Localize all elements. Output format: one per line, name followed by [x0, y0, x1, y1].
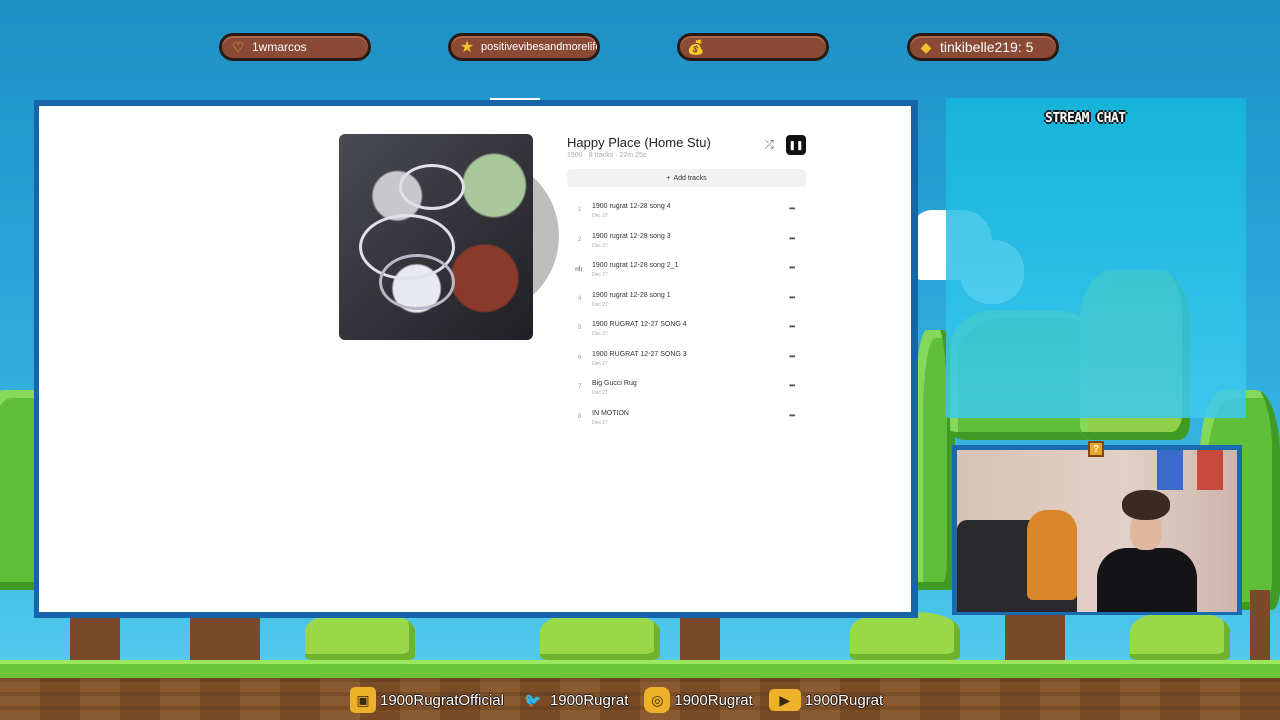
more-options-icon[interactable]: ••• — [789, 263, 795, 272]
track-number: 5 — [578, 325, 582, 331]
add-tracks-button[interactable]: + Add tracks — [567, 169, 806, 187]
track-title: 1900 rugrat 12-28 song 4 — [592, 203, 671, 210]
track-number: 4 — [578, 295, 582, 302]
background-person — [1027, 510, 1077, 600]
track-number: 6 — [578, 354, 582, 361]
tree-trunk — [680, 612, 720, 660]
track-title: 1900 RUGRAT 12-27 SONG 3 — [592, 350, 687, 358]
stream-chat-title: STREAM CHAT — [1045, 111, 1126, 126]
alert-text: 1wmarcos — [252, 40, 307, 54]
track-number: 8 — [578, 413, 582, 420]
playlist-title: Happy Place (Home Stu) — [567, 135, 711, 150]
alert-latest-follower: ♡ 1wmarcos — [219, 33, 371, 61]
plus-icon: + — [666, 174, 671, 182]
track-date: Dec 27 — [592, 331, 608, 337]
social-youtube: ▶ 1900Rugrat — [768, 689, 884, 711]
bush — [1130, 612, 1230, 660]
track-date: Dec 27 — [592, 301, 608, 308]
more-options-icon[interactable]: ••• — [789, 234, 795, 243]
wall-poster — [1157, 450, 1183, 490]
social-links-bar: ▣ 1900RugratOfficial 🐦 1900Rugrat ◎ 1900… — [350, 684, 893, 716]
social-twitter: 🐦 1900Rugrat — [520, 687, 628, 713]
track-row[interactable]: 5 1900 RUGRAT 12-27 SONG 4 Dec 27 ••• — [567, 316, 807, 346]
track-row[interactable]: 1 1900 rugrat 12-28 song 4 Dec 27 ••• — [567, 198, 807, 228]
track-row[interactable]: 2 1900 rugrat 12-28 song 3 Dec 27 ••• — [567, 228, 807, 258]
track-row[interactable]: 7 Big Gucci Rug Dec 27 ••• — [567, 375, 807, 405]
chain-graphic — [399, 164, 465, 210]
album-artwork — [339, 134, 533, 340]
social-handle: 1900Rugrat — [549, 691, 629, 709]
bush — [305, 612, 415, 660]
stream-chat-panel — [946, 98, 1246, 418]
bush — [540, 612, 660, 660]
track-row-now-playing[interactable]: ıılı 1900 rugrat 12-28 song 2_1 Dec 27 •… — [567, 257, 807, 287]
social-instagram: ◎ 1900Rugrat — [644, 687, 753, 713]
more-options-icon[interactable]: ••• — [789, 322, 795, 331]
question-block-icon: ? — [1088, 441, 1104, 457]
music-player-window: Happy Place (Home Stu) 1900 · 8 tracks ·… — [39, 106, 911, 612]
track-title: 1900 rugrat 12-28 song 1 — [592, 291, 671, 299]
track-number: 7 — [578, 384, 582, 390]
tree-trunk — [190, 612, 260, 660]
social-handle: 1900Rugrat — [674, 691, 753, 709]
shuffle-icon[interactable]: ⤮ — [765, 139, 774, 152]
twitch-icon: ▣ — [350, 687, 376, 713]
streamer — [1092, 490, 1202, 612]
instagram-icon: ◎ — [644, 687, 671, 713]
alert-latest-subscriber: ★ positivevibesandmorelife — [448, 33, 600, 61]
more-options-icon[interactable]: ••• — [789, 204, 795, 213]
track-list: 1 1900 rugrat 12-28 song 4 Dec 27 ••• 2 … — [567, 198, 807, 434]
tree-trunk — [1250, 590, 1270, 660]
track-title: IN MOTION — [592, 409, 629, 417]
track-number: 1 — [578, 207, 582, 213]
alert-latest-bits: ◆ tinkibelle219: 5 — [907, 33, 1059, 61]
playlist-meta: 1900 · 8 tracks · 22m 25s — [567, 152, 647, 159]
track-title: Big Gucci Rug — [592, 380, 637, 387]
now-playing-icon: ıılı — [575, 266, 583, 273]
track-date: Dec 27 — [592, 419, 608, 426]
track-date: Dec 27 — [592, 390, 608, 396]
track-number: 2 — [578, 236, 582, 243]
more-options-icon[interactable]: ••• — [789, 381, 795, 390]
star-icon: ★ — [459, 39, 475, 56]
youtube-icon: ▶ — [768, 689, 801, 711]
social-twitch: ▣ 1900RugratOfficial — [350, 687, 504, 713]
social-handle: 1900Rugrat — [804, 691, 884, 709]
webcam-feed — [957, 450, 1237, 612]
wall-poster — [1197, 450, 1223, 490]
more-options-icon[interactable]: ••• — [789, 352, 795, 361]
streamer-body — [1097, 548, 1197, 612]
heart-icon: ♡ — [231, 38, 245, 55]
track-title: 1900 rugrat 12-28 song 2_1 — [592, 262, 679, 269]
tree-trunk — [70, 612, 120, 660]
track-date: Dec 27 — [592, 213, 608, 219]
bush — [850, 612, 960, 660]
more-options-icon[interactable]: ••• — [789, 411, 795, 420]
twitter-icon: 🐦 — [524, 691, 542, 708]
track-row[interactable]: 4 1900 rugrat 12-28 song 1 Dec 27 ••• — [567, 287, 807, 317]
money-bag-icon: 💰 — [687, 38, 705, 55]
alert-latest-donation: 💰 — [677, 33, 829, 61]
social-handle: 1900RugratOfficial — [380, 691, 504, 709]
add-tracks-label: Add tracks — [673, 174, 707, 182]
track-row[interactable]: 8 IN MOTION Dec 27 ••• — [567, 405, 807, 435]
pause-button[interactable]: ❚❚ — [786, 135, 806, 155]
alert-text: tinkibelle219: 5 — [940, 39, 1034, 55]
tree-trunk — [1005, 612, 1065, 660]
track-title: 1900 rugrat 12-28 song 3 — [592, 232, 671, 240]
alert-text: positivevibesandmorelife — [481, 41, 600, 53]
track-title: 1900 RUGRAT 12-27 SONG 4 — [592, 321, 687, 328]
diamond-icon: ◆ — [920, 38, 932, 55]
more-options-icon[interactable]: ••• — [789, 293, 795, 302]
track-date: Dec 27 — [592, 360, 608, 367]
chain-graphic — [379, 254, 455, 310]
streamer-hair — [1122, 490, 1170, 520]
track-row[interactable]: 6 1900 RUGRAT 12-27 SONG 3 Dec 27 ••• — [567, 346, 807, 376]
track-date: Dec 27 — [592, 242, 608, 249]
track-date: Dec 27 — [592, 272, 608, 278]
